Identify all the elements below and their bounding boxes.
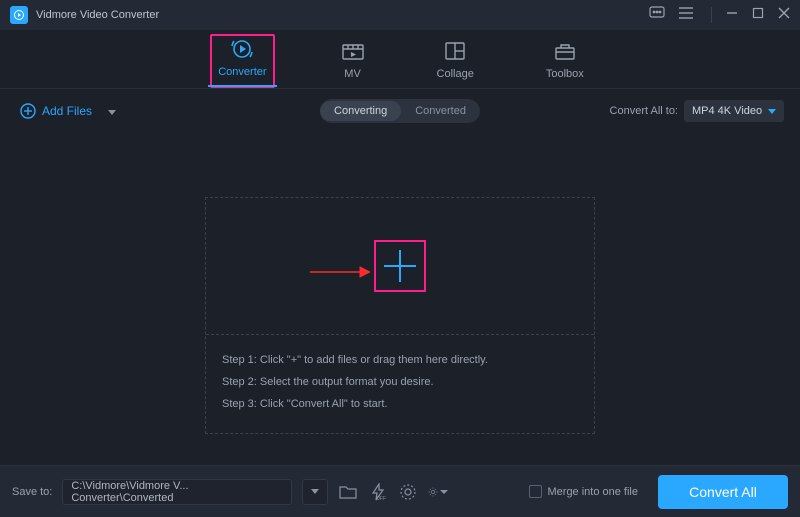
close-icon[interactable] <box>778 6 790 24</box>
format-value: MP4 4K Video <box>692 105 762 117</box>
add-files-label: Add Files <box>42 104 92 118</box>
title-bar: Vidmore Video Converter <box>0 0 800 30</box>
toggle-converted[interactable]: Converted <box>401 101 480 121</box>
add-files-button[interactable]: Add Files <box>20 103 116 119</box>
drop-zone[interactable]: Step 1: Click "+" to add files or drag t… <box>205 197 595 434</box>
merge-checkbox[interactable]: Merge into one file <box>529 485 639 498</box>
toggle-converting[interactable]: Converting <box>320 101 401 121</box>
arrow-annotation <box>310 266 370 278</box>
save-path-dropdown[interactable] <box>302 479 328 505</box>
save-to-label: Save to: <box>12 486 52 498</box>
tab-label: Toolbox <box>546 68 584 80</box>
tab-mv[interactable]: MV <box>335 36 371 88</box>
main-tabs: Converter MV Collage Toolbox <box>0 30 800 88</box>
step-2: Step 2: Select the output format you des… <box>222 371 578 393</box>
settings-icon[interactable] <box>428 482 448 502</box>
menu-icon[interactable] <box>679 6 693 24</box>
minimize-icon[interactable] <box>726 6 738 24</box>
tab-label: Converter <box>218 66 266 78</box>
tab-label: MV <box>344 68 361 80</box>
separator <box>711 7 712 23</box>
hardware-accel-icon[interactable]: OFF <box>368 482 388 502</box>
high-speed-icon[interactable] <box>398 482 418 502</box>
checkbox-icon <box>529 485 542 498</box>
convert-all-button[interactable]: Convert All <box>658 475 788 509</box>
chevron-down-icon <box>768 109 776 114</box>
add-files-plus-button[interactable] <box>374 240 426 292</box>
bottom-bar: Save to: C:\Vidmore\Vidmore V... Convert… <box>0 465 800 517</box>
feedback-icon[interactable] <box>649 6 665 25</box>
step-1: Step 1: Click "+" to add files or drag t… <box>222 349 578 371</box>
app-title: Vidmore Video Converter <box>36 9 159 21</box>
chevron-down-icon[interactable] <box>98 104 116 118</box>
tab-toolbox[interactable]: Toolbox <box>540 36 590 88</box>
tab-converter[interactable]: Converter <box>210 34 274 88</box>
sub-bar: Add Files Converting Converted Convert A… <box>0 89 800 133</box>
instruction-steps: Step 1: Click "+" to add files or drag t… <box>206 335 594 433</box>
chevron-down-icon <box>440 490 448 494</box>
step-3: Step 3: Click "Convert All" to start. <box>222 393 578 415</box>
open-folder-icon[interactable] <box>338 482 358 502</box>
save-path-display[interactable]: C:\Vidmore\Vidmore V... Converter\Conver… <box>62 479 292 505</box>
maximize-icon[interactable] <box>752 6 764 24</box>
svg-text:OFF: OFF <box>376 496 386 501</box>
tab-label: Collage <box>437 68 474 80</box>
status-toggle: Converting Converted <box>320 99 480 123</box>
convert-all-to-label: Convert All to: <box>610 105 678 117</box>
output-format-dropdown[interactable]: MP4 4K Video <box>684 100 784 122</box>
app-logo <box>10 6 28 24</box>
tab-collage[interactable]: Collage <box>431 36 480 88</box>
merge-label: Merge into one file <box>548 486 639 498</box>
